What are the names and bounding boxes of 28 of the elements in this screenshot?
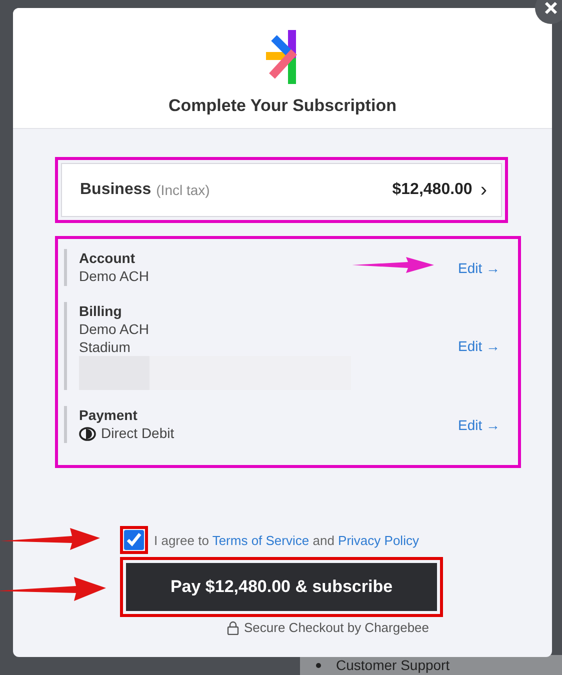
plan-summary[interactable]: Business (Incl tax) $12,480.00 › — [61, 163, 502, 217]
background-list-item: Customer Support — [336, 657, 450, 673]
close-icon — [544, 1, 558, 15]
section-heading: Billing — [79, 302, 122, 320]
logo-icon — [266, 30, 300, 86]
section-value: Demo ACH — [79, 320, 150, 339]
edit-link[interactable]: Edit → — [458, 416, 500, 432]
section-heading: Payment — [79, 406, 138, 424]
section-heading: Account — [79, 249, 135, 267]
modal-title: Complete Your Subscription — [168, 96, 396, 116]
direct-debit-icon — [79, 426, 96, 440]
chevron-icon: › — [480, 178, 487, 202]
plan-name: Business — [80, 181, 152, 199]
secure-checkout-text: Secure Checkout by Chargebee — [244, 620, 430, 635]
edit-link[interactable]: Edit → — [458, 260, 500, 276]
bullet-icon — [316, 663, 321, 668]
section-value: Demo ACH — [79, 267, 150, 286]
privacy-link[interactable]: Privacy Policy — [338, 532, 419, 548]
consent-text: I agree to Terms of Service and Privacy Policy — [154, 532, 419, 548]
plan-note: (Incl tax) — [156, 182, 210, 198]
lock-icon — [227, 620, 239, 634]
plan-price: $12,480.00 — [392, 181, 472, 199]
agree-checkbox[interactable] — [124, 530, 144, 550]
terms-link[interactable]: Terms of Service — [212, 532, 310, 548]
edit-link[interactable]: Edit → — [458, 338, 500, 354]
pay-button[interactable]: Pay $12,480.00 & subscribe — [126, 563, 437, 611]
section-value: Stadium — [79, 339, 130, 356]
section-value: Direct Debit — [101, 424, 174, 443]
